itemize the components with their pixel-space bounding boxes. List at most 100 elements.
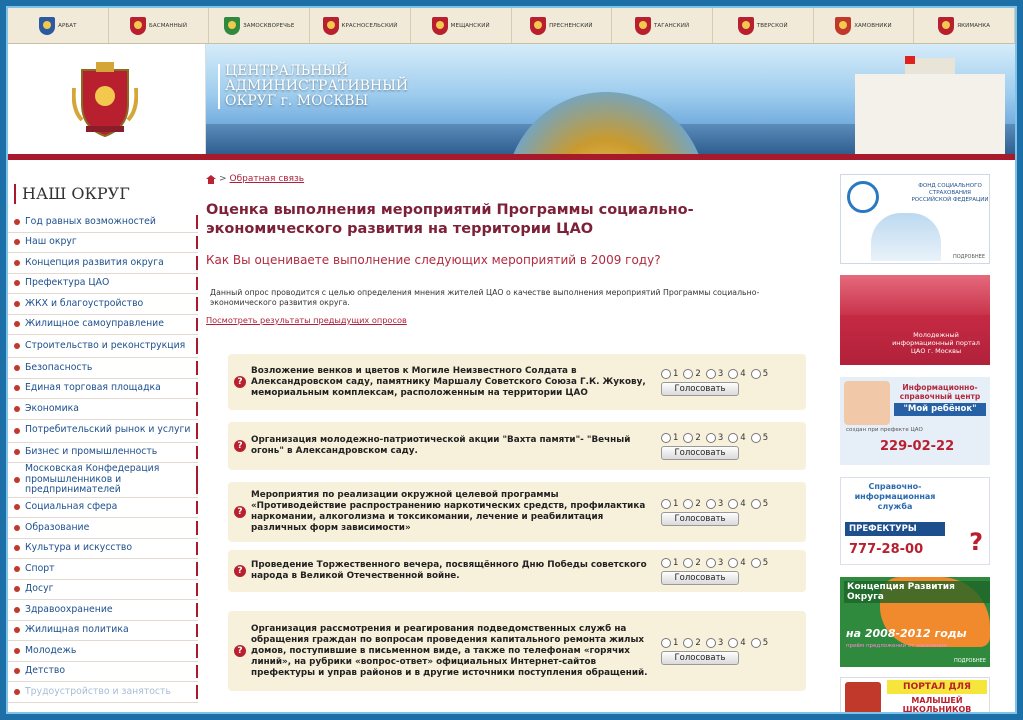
sidebar-item[interactable]: Наш округ <box>8 233 198 253</box>
radio-circle-icon[interactable] <box>683 368 694 379</box>
sidebar-item[interactable]: Бизнес и промышленность <box>8 443 198 463</box>
radio-circle-icon[interactable] <box>728 432 739 443</box>
rating-radio[interactable]: 2 <box>683 498 701 509</box>
district-link[interactable]: ЗАМОСКВОРЕЧЬЕ <box>209 8 311 43</box>
radio-circle-icon[interactable] <box>661 368 671 379</box>
district-link[interactable]: КРАСНОСЕЛЬСКИЙ <box>310 8 411 43</box>
district-emblem-icon <box>39 16 56 35</box>
rating-radio[interactable]: 3 <box>705 498 723 509</box>
sidebar-item[interactable]: Единая торговая площадка <box>8 379 198 399</box>
rating-radio[interactable]: 3 <box>705 557 723 568</box>
vote-button[interactable]: Голосовать <box>661 445 739 460</box>
radio-circle-icon[interactable] <box>750 498 761 509</box>
rating-radio[interactable]: 2 <box>683 557 701 568</box>
sidebar-item[interactable]: Жилищная политика <box>8 621 198 641</box>
district-link[interactable]: ПРЕСНЕНСКИЙ <box>512 8 613 43</box>
radio-circle-icon[interactable] <box>661 432 671 443</box>
concept-banner[interactable]: Концепция Развития Округа на 2008-2012 г… <box>840 577 990 667</box>
sidebar-item[interactable]: Жилищное самоуправление <box>8 315 198 335</box>
previous-results-link[interactable]: Посмотреть результаты предыдущих опросов <box>206 315 407 325</box>
radio-circle-icon[interactable] <box>705 498 716 509</box>
rating-radio[interactable]: 1 <box>661 432 678 443</box>
breadcrumb: > Обратная связь <box>206 174 811 184</box>
district-link[interactable]: ТАГАНСКИЙ <box>612 8 713 43</box>
radio-circle-icon[interactable] <box>705 432 716 443</box>
rating-radio[interactable]: 2 <box>683 637 701 648</box>
district-link[interactable]: ЯКИМАНКА <box>914 8 1015 43</box>
district-link[interactable]: ТВЕРСКОЙ <box>713 8 814 43</box>
sidebar-item[interactable]: Экономика <box>8 399 198 420</box>
radio-circle-icon[interactable] <box>705 637 716 648</box>
radio-circle-icon[interactable] <box>705 557 716 568</box>
radio-circle-icon[interactable] <box>750 368 761 379</box>
rating-radio[interactable]: 4 <box>728 557 746 568</box>
radio-circle-icon[interactable] <box>661 498 671 509</box>
home-icon[interactable] <box>206 174 216 184</box>
sidebar-item[interactable]: Московская Конфедерация промышленников и… <box>8 463 198 498</box>
radio-circle-icon[interactable] <box>683 498 694 509</box>
sidebar-item[interactable]: Здравоохранение <box>8 600 198 621</box>
rating-radio[interactable]: 4 <box>728 498 746 509</box>
district-link[interactable]: АРБАТ <box>8 8 109 43</box>
sidebar-item[interactable]: Год равных возможностей <box>8 212 198 233</box>
vote-button[interactable]: Голосовать <box>661 381 739 396</box>
rating-radio[interactable]: 3 <box>705 432 723 443</box>
radio-circle-icon[interactable] <box>728 557 739 568</box>
rating-radio[interactable]: 1 <box>661 557 678 568</box>
rating-radio[interactable]: 5 <box>750 498 768 509</box>
rating-radio[interactable]: 1 <box>661 368 678 379</box>
radio-circle-icon[interactable] <box>728 498 739 509</box>
sidebar-item[interactable]: ЖКХ и благоустройство <box>8 294 198 315</box>
prefecture-info-banner[interactable]: Справочно-информационная служба ПРЕФЕКТУ… <box>840 477 990 565</box>
logo-area[interactable] <box>8 44 206 154</box>
radio-circle-icon[interactable] <box>705 368 716 379</box>
radio-circle-icon[interactable] <box>750 432 761 443</box>
sidebar-item[interactable]: Молодежь <box>8 641 198 662</box>
sidebar-item[interactable]: Потребительский рынок и услуги <box>8 420 198 443</box>
sidebar-item[interactable]: Детство <box>8 662 198 682</box>
youth-portal-banner[interactable]: Молодежный информационный портал ЦАО г. … <box>840 275 990 365</box>
rating-radio[interactable]: 5 <box>750 637 768 648</box>
sidebar-item[interactable]: Досуг <box>8 580 198 600</box>
sidebar-item[interactable]: Трудоустройство и занятость <box>8 682 198 703</box>
district-link[interactable]: БАСМАННЫЙ <box>109 8 210 43</box>
rating-radio[interactable]: 4 <box>728 432 746 443</box>
rating-radio[interactable]: 4 <box>728 368 746 379</box>
sidebar-item[interactable]: Концепция развития округа <box>8 253 198 274</box>
rating-radio[interactable]: 3 <box>705 368 723 379</box>
rating-radio[interactable]: 4 <box>728 637 746 648</box>
kids-portal-banner[interactable]: ПОРТАЛ ДЛЯ МАЛЫШЕЙ ШКОЛЬНИКОВ <box>840 677 990 712</box>
sidebar-item[interactable]: Социальная сфера <box>8 498 198 518</box>
rating-radio[interactable]: 1 <box>661 637 678 648</box>
rating-radio[interactable]: 2 <box>683 368 701 379</box>
radio-circle-icon[interactable] <box>750 637 761 648</box>
radio-circle-icon[interactable] <box>728 637 739 648</box>
rating-radio[interactable]: 1 <box>661 498 678 509</box>
vote-button[interactable]: Голосовать <box>661 650 739 665</box>
rating-radio[interactable]: 5 <box>750 557 768 568</box>
breadcrumb-link-feedback[interactable]: Обратная связь <box>230 174 305 184</box>
vote-button[interactable]: Голосовать <box>661 570 739 585</box>
vote-button[interactable]: Голосовать <box>661 511 739 526</box>
district-link[interactable]: МЕЩАНСКИЙ <box>411 8 512 43</box>
rating-radio[interactable]: 5 <box>750 432 768 443</box>
rating-radio[interactable]: 3 <box>705 637 723 648</box>
district-link[interactable]: ХАМОВНИКИ <box>814 8 915 43</box>
sidebar-item[interactable]: Образование <box>8 518 198 539</box>
fss-banner[interactable]: ФОНД СОЦИАЛЬНОГО СТРАХОВАНИЯ РОССИЙСКОЙ … <box>840 174 990 264</box>
sidebar-item[interactable]: Культура и искусство <box>8 539 198 559</box>
rating-radio[interactable]: 2 <box>683 432 701 443</box>
sidebar-item[interactable]: Префектура ЦАО <box>8 274 198 294</box>
radio-circle-icon[interactable] <box>683 557 694 568</box>
radio-circle-icon[interactable] <box>661 637 671 648</box>
radio-circle-icon[interactable] <box>683 637 694 648</box>
my-child-banner[interactable]: Информационно-справочный центр "Мой ребё… <box>840 377 990 465</box>
radio-circle-icon[interactable] <box>661 557 671 568</box>
rating-radio[interactable]: 5 <box>750 368 768 379</box>
radio-circle-icon[interactable] <box>750 557 761 568</box>
radio-circle-icon[interactable] <box>683 432 694 443</box>
sidebar-item[interactable]: Безопасность <box>8 358 198 379</box>
sidebar-item[interactable]: Спорт <box>8 559 198 580</box>
sidebar-item[interactable]: Строительство и реконструкция <box>8 335 198 358</box>
radio-circle-icon[interactable] <box>728 368 739 379</box>
